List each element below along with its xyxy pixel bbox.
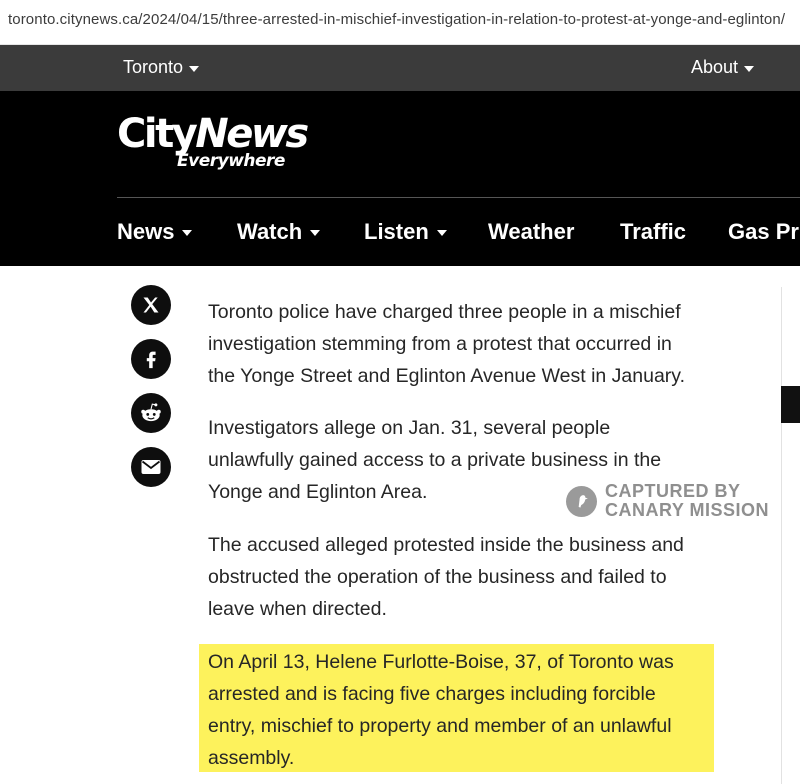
nav-item-gas-prices[interactable]: Gas Pri [728, 219, 800, 245]
about-menu[interactable]: About [691, 57, 755, 78]
url-text[interactable]: toronto.citynews.ca/2024/04/15/three-arr… [8, 11, 785, 28]
share-facebook-button[interactable] [131, 339, 171, 379]
canary-mission-watermark: CAPTURED BY CANARY MISSION [566, 482, 769, 520]
chevron-down-icon [182, 230, 193, 236]
nav-item-watch[interactable]: Watch [237, 219, 321, 245]
chevron-down-icon [310, 230, 321, 236]
site-header: CityNews Everywhere News Watch Listen We… [0, 91, 800, 266]
nav-item-news[interactable]: News [117, 219, 193, 245]
share-reddit-button[interactable] [131, 393, 171, 433]
article-paragraph: The accused alleged protested inside the… [208, 534, 684, 620]
share-x-button[interactable] [131, 285, 171, 325]
chevron-down-icon [189, 65, 200, 72]
sidebar-edge [781, 287, 782, 784]
citynews-logo[interactable]: CityNews Everywhere [117, 111, 309, 171]
region-label: Toronto [123, 57, 184, 77]
nav-item-weather[interactable]: Weather [488, 219, 574, 245]
main-nav: News Watch Listen Weather Traffic Gas Pr… [0, 198, 800, 266]
address-bar[interactable]: toronto.citynews.ca/2024/04/15/three-arr… [0, 0, 800, 45]
article-paragraph: Toronto police have charged three people… [208, 301, 686, 387]
email-icon [141, 460, 161, 474]
region-selector[interactable]: Toronto [123, 57, 200, 78]
chevron-down-icon [436, 230, 447, 236]
sidebar-widget [781, 386, 800, 423]
bird-icon [566, 485, 597, 517]
chevron-down-icon [744, 65, 755, 72]
facebook-icon [146, 351, 156, 369]
watermark-text: CAPTURED BY CANARY MISSION [605, 481, 770, 520]
share-email-button[interactable] [131, 447, 171, 487]
nav-item-listen[interactable]: Listen [364, 219, 447, 245]
top-utility-bar: Toronto About [0, 45, 800, 91]
about-label: About [691, 57, 739, 77]
article-paragraph-highlighted: On April 13, Helene Furlotte-Boise, 37, … [208, 651, 674, 769]
reddit-icon [141, 403, 161, 422]
logo-tagline: Everywhere [177, 151, 285, 171]
x-icon [143, 297, 159, 313]
nav-item-traffic[interactable]: Traffic [620, 219, 686, 245]
